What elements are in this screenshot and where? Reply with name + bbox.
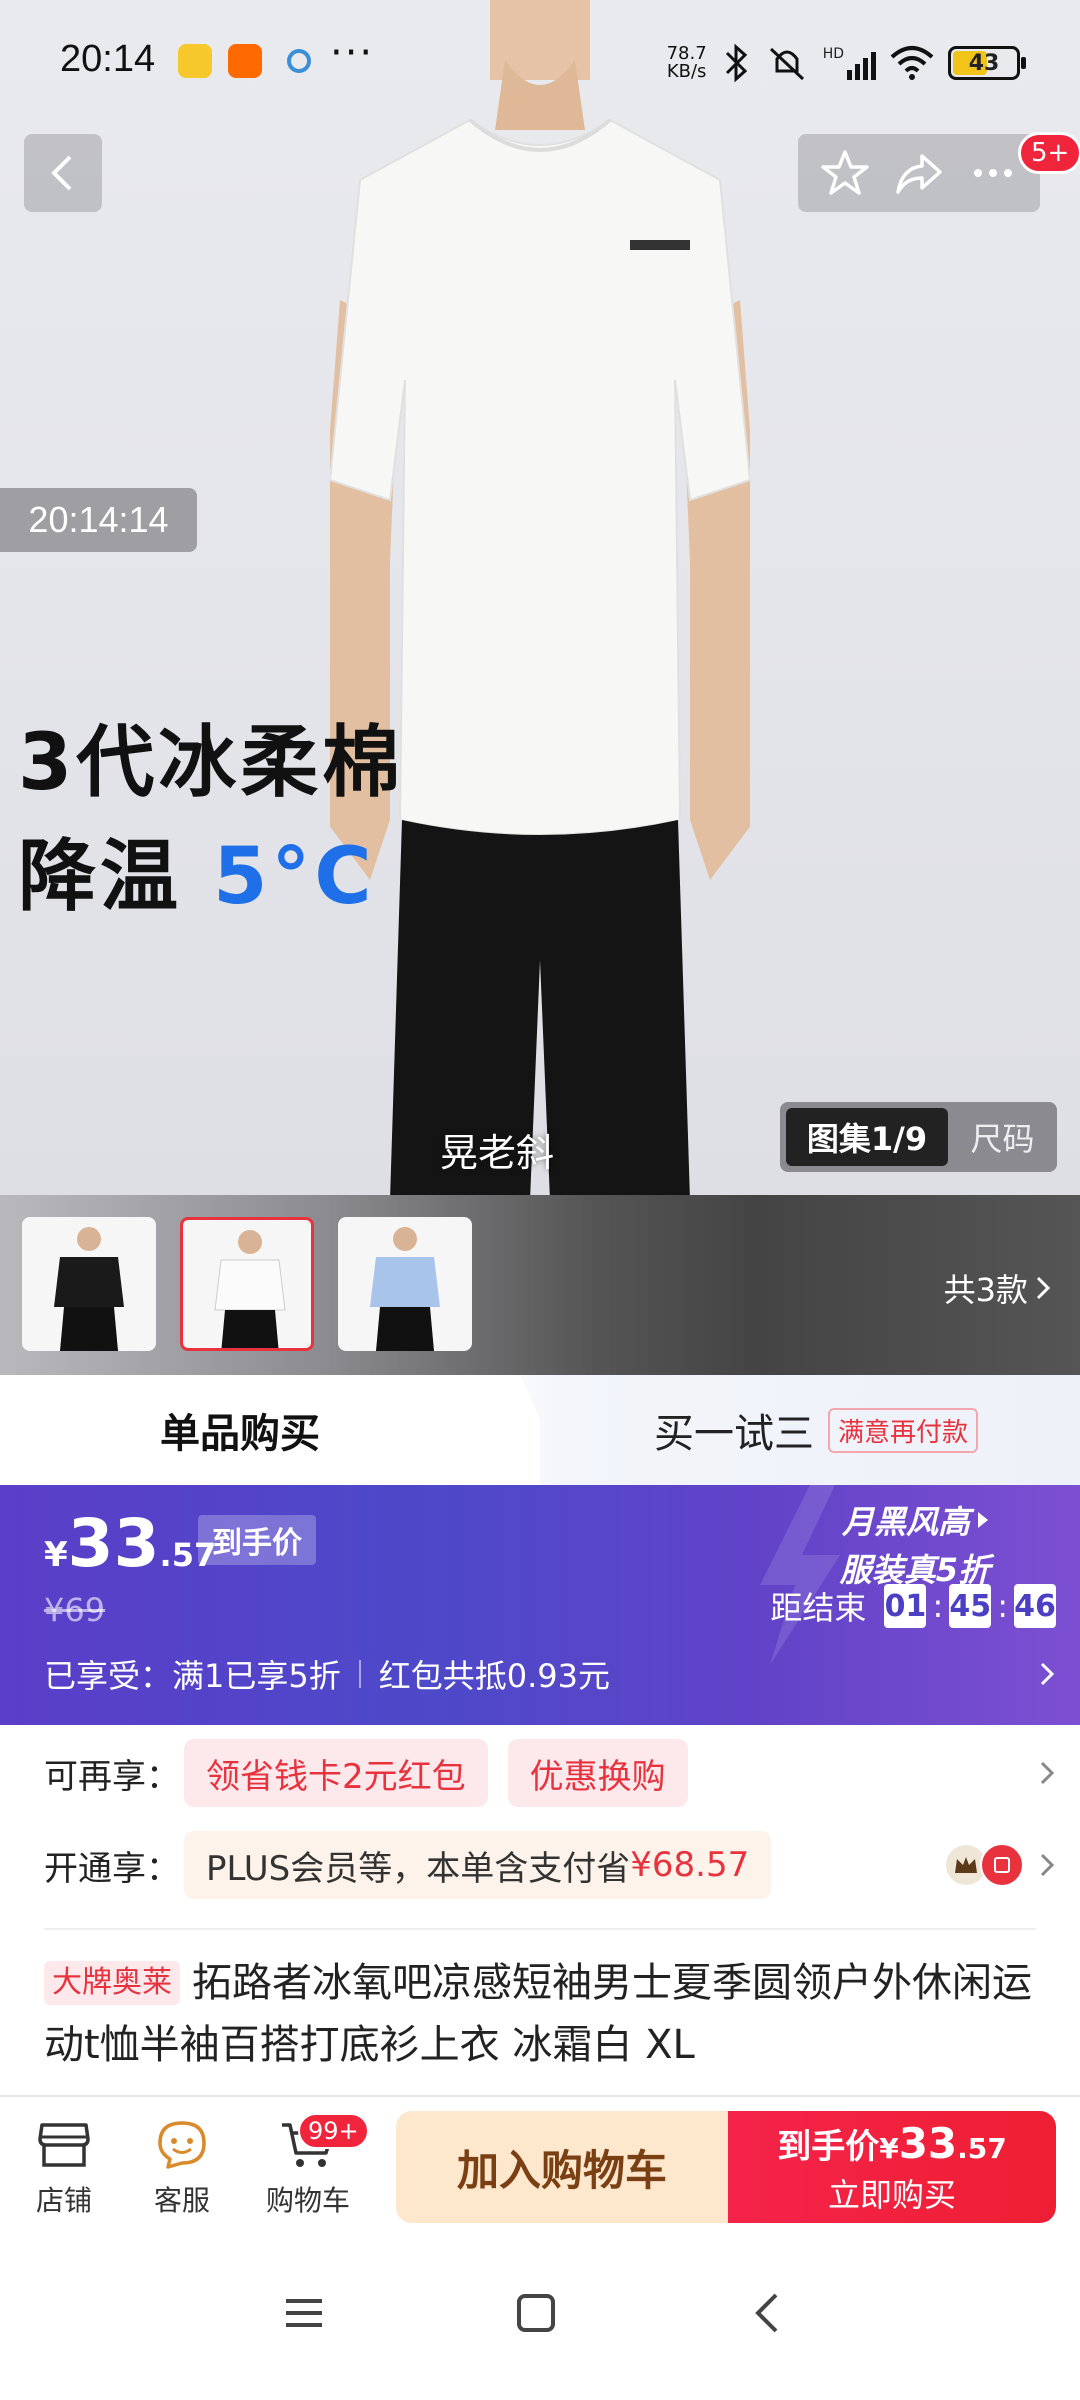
customer-service-button[interactable]: 客服 — [132, 2115, 232, 2219]
baitiao-icon — [980, 1843, 1024, 1887]
home-square-icon — [517, 2294, 555, 2332]
chevron-right-icon — [1040, 1853, 1055, 1877]
back-button[interactable] — [24, 134, 102, 212]
system-back-button[interactable] — [738, 2283, 798, 2343]
menu-icon — [286, 2299, 322, 2327]
taobao-icon — [228, 44, 262, 78]
tab-try-three[interactable]: 买一试三 满意再付款 — [654, 1375, 979, 1485]
countdown-minutes: 45 — [949, 1584, 992, 1628]
tab-single-purchase[interactable]: 单品购买 — [0, 1375, 540, 1485]
buy-now-button[interactable]: 到手价¥33.57 立即购买 — [728, 2111, 1056, 2223]
more-variants-link[interactable]: 共3款 — [944, 1265, 1052, 1311]
final-price: ¥ 33 .57 — [44, 1505, 217, 1582]
original-price: ¥69 — [44, 1591, 106, 1629]
gallery-toggle: 图集1/9 尺码 — [780, 1102, 1057, 1172]
favorite-button[interactable] — [815, 143, 875, 203]
bluetooth-icon — [725, 43, 747, 83]
star-icon — [821, 150, 869, 195]
battery-icon: 43 — [948, 46, 1026, 80]
signal-hd-icon: HD — [823, 46, 876, 80]
countdown-timer: 距结束 01 : 45 : 46 — [770, 1583, 1056, 1629]
product-image-gallery[interactable]: 20:14 ··· 78.7 KB/s HD 43 5+ 20:14:14 3代… — [0, 0, 1080, 1375]
chevron-right-icon — [1036, 1276, 1051, 1300]
customer-service-icon — [158, 2121, 206, 2169]
more-dots-icon — [974, 169, 1012, 177]
more-notifications-icon: ··· — [330, 30, 375, 76]
variant-thumb-white[interactable] — [180, 1217, 314, 1351]
divider — [44, 1928, 1036, 1930]
variant-thumb-black[interactable] — [22, 1217, 156, 1351]
more-benefits-row[interactable]: 可再享： 领省钱卡2元红包 优惠换购 — [44, 1733, 1056, 1813]
notification-badge: 5+ — [1018, 132, 1080, 174]
wifi-icon — [890, 46, 934, 80]
price-banner: ¥ 33 .57 到手价 ¥69 月黑风高 服装真5折 距结束 01 : 45 … — [0, 1485, 1080, 1725]
product-photo-model — [330, 0, 750, 1200]
image-watermark: 晃老斜 — [440, 1131, 555, 1175]
coupon-chip[interactable]: 领省钱卡2元红包 — [184, 1739, 488, 1807]
top-actions — [798, 134, 1040, 212]
membership-row[interactable]: 开通享： PLUS会员等，本单含支付省 ¥68.57 — [44, 1825, 1056, 1905]
lightning-decoration — [760, 1485, 840, 1665]
chevron-left-icon — [51, 155, 72, 191]
menu-button[interactable] — [274, 2283, 334, 2343]
app-icon-notification-1 — [178, 44, 212, 78]
countdown-seconds: 46 — [1014, 1584, 1056, 1628]
network-speed: 78.7 KB/s — [666, 43, 707, 82]
mute-icon — [769, 47, 804, 81]
variant-strip: 共3款 — [0, 1195, 1080, 1375]
timestamp-overlay: 20:14:14 — [0, 488, 197, 552]
plus-member-chip: PLUS会员等，本单含支付省 ¥68.57 — [184, 1831, 772, 1899]
purchase-tabs: 单品购买 买一试三 满意再付款 — [0, 1375, 1080, 1485]
more-button[interactable] — [963, 143, 1023, 203]
trial-tag: 满意再付款 — [828, 1407, 979, 1453]
add-to-cart-button[interactable]: 加入购物车 — [396, 2111, 728, 2223]
promo-subheadline: 降温 5°C — [18, 832, 376, 922]
enjoyed-discounts-row[interactable]: 已享受：满1已享5折 红包共抵0.93元 — [44, 1651, 1056, 1697]
store-icon — [38, 2123, 90, 2167]
countdown-hours: 01 — [884, 1584, 927, 1628]
share-icon — [896, 154, 942, 194]
cart-count-badge: 99+ — [298, 2113, 369, 2149]
brand-tag: 大牌奥莱 — [44, 1961, 180, 2005]
carrier-icon — [282, 44, 316, 78]
member-icons — [944, 1843, 1024, 1887]
chevron-right-icon — [1040, 1761, 1055, 1785]
tab-gallery[interactable]: 图集1/9 — [786, 1108, 948, 1166]
status-time: 20:14 — [60, 38, 156, 80]
status-bar: 20:14 ··· 78.7 KB/s HD 43 — [0, 0, 1080, 120]
product-title: 大牌奥莱 拓路者冰氧吧凉感短袖男士夏季圆领户外休闲运动t恤半袖百搭打底衫上衣 冰霜… — [44, 1960, 1032, 2068]
final-price-tag: 到手价 — [198, 1515, 316, 1565]
store-button[interactable]: 店铺 — [14, 2115, 114, 2219]
variant-thumb-blue[interactable] — [338, 1217, 472, 1351]
back-triangle-icon — [755, 2293, 778, 2333]
system-navigation-bar — [0, 2227, 1080, 2400]
share-button[interactable] — [889, 143, 949, 203]
promo-campaign-link[interactable]: 月黑风高 — [842, 1497, 990, 1543]
promo-headline: 3代冰柔棉 — [18, 718, 405, 808]
tab-size[interactable]: 尺码 — [948, 1102, 1057, 1172]
chevron-right-icon — [1040, 1662, 1055, 1686]
exchange-purchase-chip[interactable]: 优惠换购 — [507, 1739, 688, 1807]
home-button[interactable] — [506, 2283, 566, 2343]
caret-right-icon — [978, 1512, 988, 1528]
bottom-action-bar: 店铺 客服 购物车 99+ 加入购物车 到手价¥33.57 立即购买 — [0, 2097, 1080, 2227]
